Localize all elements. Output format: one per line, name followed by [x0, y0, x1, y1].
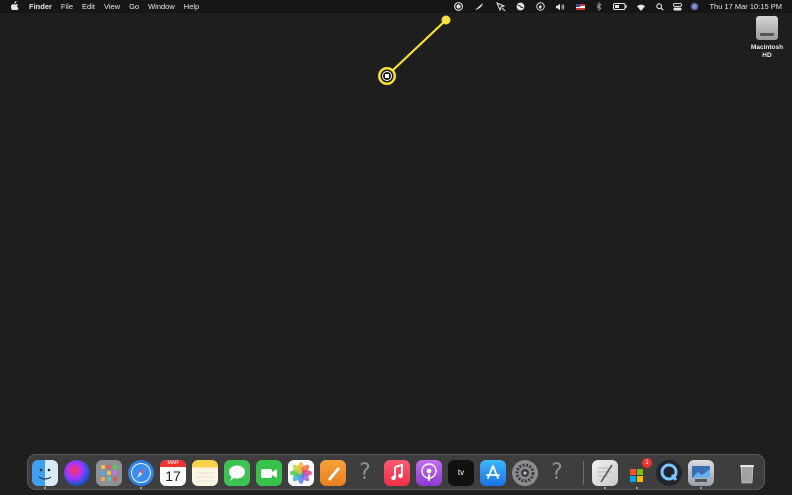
dock-messages-icon[interactable]	[224, 460, 250, 486]
callout-dot	[441, 15, 451, 25]
dock-safari-icon[interactable]	[128, 460, 154, 486]
highlight-callout	[378, 15, 451, 85]
callout-line	[391, 19, 447, 72]
appletv-label: tv	[457, 468, 465, 477]
dock-preview-icon[interactable]	[688, 460, 714, 486]
dock-trash-icon[interactable]	[734, 460, 760, 486]
dock-calendar-icon[interactable]: MAR 17	[160, 460, 186, 486]
calendar-month: MAR	[160, 460, 186, 467]
dock-notes-icon[interactable]	[192, 460, 218, 486]
dock-textedit-icon[interactable]	[592, 460, 618, 486]
dock-app-store-icon[interactable]	[480, 460, 506, 486]
dock-quicktime-icon[interactable]	[656, 460, 682, 486]
dock-finder-icon[interactable]	[32, 460, 58, 486]
dock-photos-icon[interactable]	[288, 460, 314, 486]
dock-appletv-icon[interactable]: tv	[448, 460, 474, 486]
dock-system-preferences-icon[interactable]	[512, 460, 538, 486]
dock-unknown-app-icon[interactable]: ?	[352, 460, 378, 486]
dock-music-icon[interactable]	[384, 460, 410, 486]
dock-facetime-icon[interactable]	[256, 460, 282, 486]
dock-launchpad-icon[interactable]	[96, 460, 122, 486]
dock-podcasts-icon[interactable]	[416, 460, 442, 486]
dock-running-dot	[44, 487, 46, 489]
calendar-day: 17	[165, 468, 181, 484]
dock-running-dot	[140, 487, 142, 489]
dock-unknown-app-icon-2[interactable]: ?	[544, 460, 570, 486]
dock: MAR 17 ? tv ? 1	[27, 454, 765, 490]
dock-running-dot	[636, 487, 638, 489]
dock-separator	[583, 461, 584, 485]
dock-siri-icon[interactable]	[64, 460, 90, 486]
dock-pages-icon[interactable]	[320, 460, 346, 486]
notification-badge: 1	[642, 458, 652, 468]
dock-running-dot	[700, 487, 702, 489]
dock-running-dot	[604, 487, 606, 489]
